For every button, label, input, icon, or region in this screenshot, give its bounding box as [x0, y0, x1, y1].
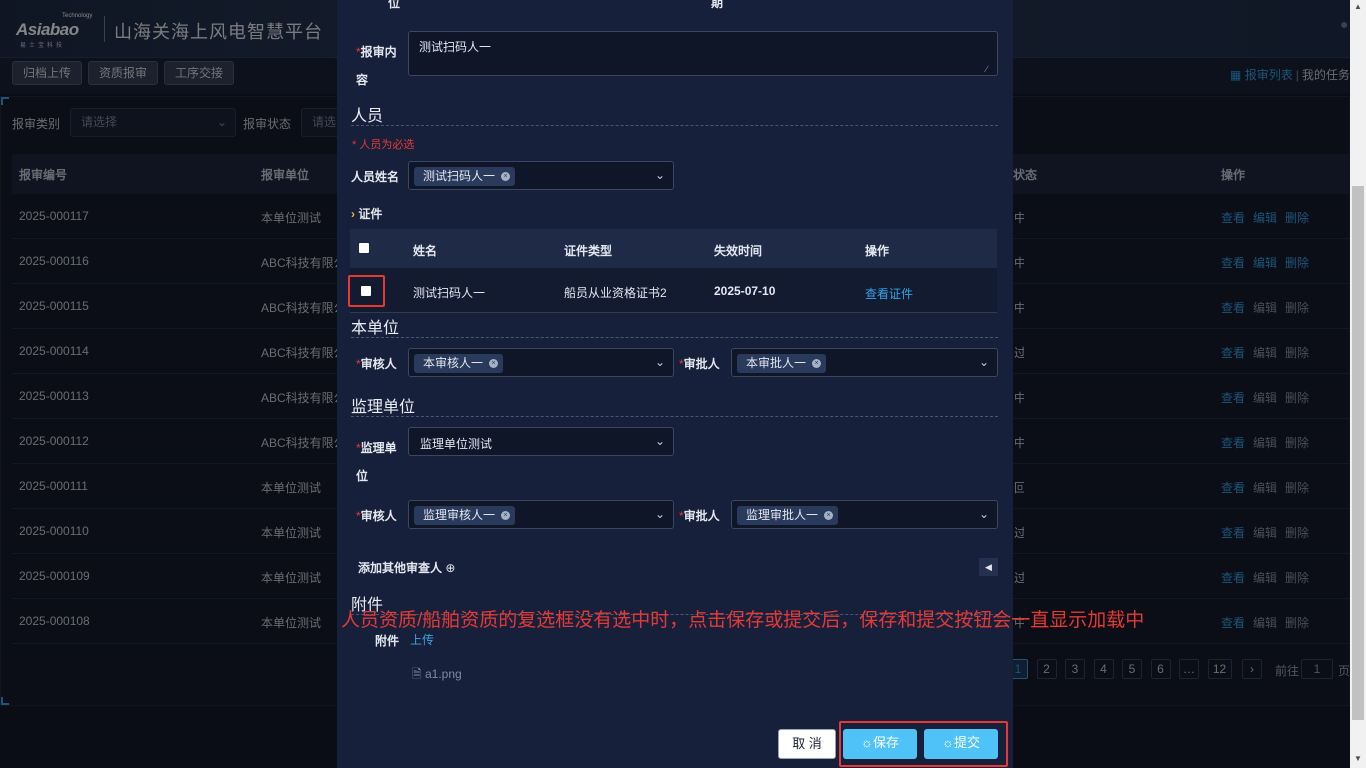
supervisor-section-title: 监理单位 [351, 399, 416, 416]
personnel-name-label: 人员姓名 [351, 170, 400, 184]
content-label: *报审内容 [356, 45, 397, 87]
personnel-required-note: * 人员为必选 [352, 139, 415, 151]
section-divider [351, 416, 998, 417]
collapse-left-icon[interactable]: ◀ [979, 558, 998, 576]
select-all-checkbox[interactable] [359, 243, 369, 253]
sup-reviewer-select[interactable]: 监理审核人一 × ⌄ [408, 500, 674, 529]
scroll-up-icon[interactable]: ▲ [1352, 0, 1364, 14]
own-unit-section-title: 本单位 [351, 320, 400, 337]
resize-grip-icon[interactable]: ∕ [986, 64, 988, 74]
sup-reviewer-label: *审核人 [356, 509, 397, 523]
attachment-label: 附件 [375, 634, 400, 648]
chevron-down-icon: ⌄ [654, 507, 665, 521]
chevron-down-icon: ⌄ [978, 507, 989, 521]
plus-circle-icon: ⊕ [445, 561, 456, 575]
cert-col-name: 姓名 [413, 244, 438, 258]
cert-table-header [350, 229, 997, 268]
supervisor-unit-label: *监理单位 [356, 441, 397, 483]
sup-approver-tag: 监理审批人一 × [737, 506, 839, 525]
cert-expiry: 2025-07-10 [714, 284, 776, 298]
chevron-right-icon: › [351, 207, 355, 221]
view-cert-link[interactable]: 查看证件 [865, 285, 913, 302]
own-approver-select[interactable]: 本审批人一 × ⌄ [731, 348, 998, 377]
chevron-down-icon: ⌄ [654, 434, 665, 448]
own-approver-label: *审批人 [679, 357, 720, 371]
remove-tag-icon[interactable]: × [489, 359, 499, 368]
section-divider [351, 125, 998, 126]
cert-row-checkbox[interactable] [361, 286, 371, 296]
file-icon: 🗎 [412, 667, 422, 681]
cert-type: 船员从业资格证书2 [564, 286, 667, 300]
personnel-name-select[interactable]: 测试扫码人一 × ⌄ [408, 161, 674, 190]
cert-toggle[interactable]: › 证件 [351, 205, 382, 222]
date-label-tail: 期 [711, 0, 724, 10]
cert-name: 测试扫码人一 [413, 286, 486, 300]
chevron-down-icon: ⌄ [654, 355, 665, 369]
sup-approver-label: *审批人 [679, 509, 720, 523]
sup-reviewer-tag: 监理审核人一 × [414, 506, 516, 525]
supervisor-unit-select[interactable]: 监理单位测试 ⌄ [408, 427, 674, 456]
cancel-button[interactable]: 取 消 [778, 729, 836, 759]
sup-approver-select[interactable]: 监理审批人一 × ⌄ [731, 500, 998, 529]
remove-tag-icon[interactable]: × [501, 511, 511, 520]
bug-annotation: 人员资质/船舶资质的复选框没有选中时，点击保存或提交后，保存和提交按钮会一直显示… [341, 610, 1145, 631]
personnel-section-title: 人员 [351, 108, 384, 125]
unit-label-tail: 位 [388, 0, 401, 10]
submit-button[interactable]: ☼提交 [924, 729, 998, 759]
chevron-down-icon: ⌄ [978, 355, 989, 369]
attachment-file[interactable]: 🗎 a1.png [412, 665, 462, 686]
cert-col-type: 证件类型 [564, 244, 613, 258]
section-divider [351, 337, 998, 338]
chevron-down-icon: ⌄ [654, 168, 665, 182]
personnel-tag: 测试扫码人一 × [414, 167, 516, 186]
upload-link[interactable]: 上传 [410, 631, 434, 648]
review-form-modal [337, 0, 1013, 768]
scroll-down-icon[interactable]: ▼ [1352, 752, 1364, 766]
own-reviewer-tag: 本审核人一 × [414, 354, 504, 373]
loading-icon: ☼ [942, 735, 954, 750]
loading-icon: ☼ [861, 735, 873, 750]
save-button[interactable]: ☼保存 [843, 729, 917, 759]
content-textarea[interactable]: 测试扫码人一 [408, 31, 998, 76]
scrollbar-thumb[interactable] [1352, 186, 1364, 720]
own-reviewer-select[interactable]: 本审核人一 × ⌄ [408, 348, 674, 377]
own-reviewer-label: *审核人 [356, 357, 397, 371]
remove-tag-icon[interactable]: × [501, 172, 511, 181]
add-reviewer-button[interactable]: 添加其他审查人 ⊕ [358, 559, 455, 576]
cert-col-action: 操作 [865, 244, 890, 258]
own-approver-tag: 本审批人一 × [737, 354, 827, 373]
remove-tag-icon[interactable]: × [824, 511, 834, 520]
cert-col-expiry: 失效时间 [714, 244, 763, 258]
remove-tag-icon[interactable]: × [812, 359, 822, 368]
